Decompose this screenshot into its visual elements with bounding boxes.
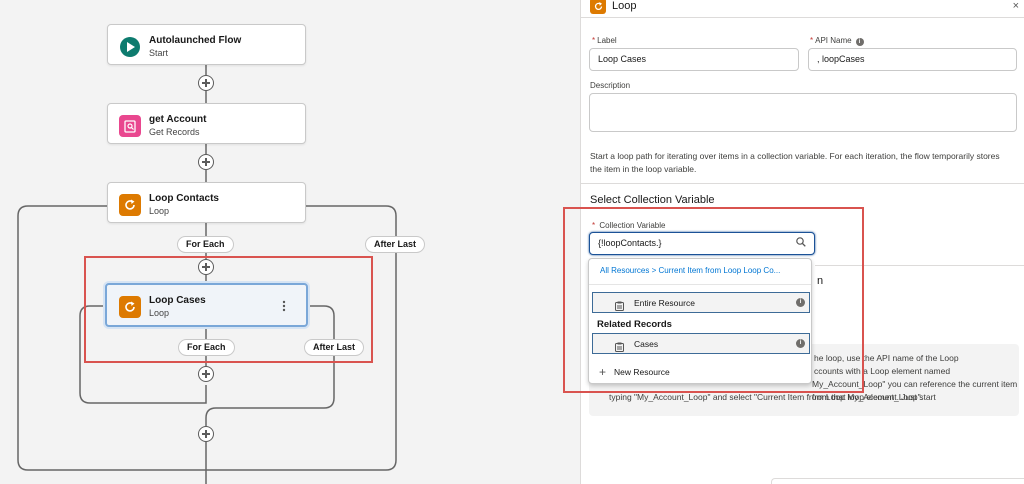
- close-icon[interactable]: ×: [1013, 0, 1019, 12]
- resource-picker-dropdown: All Resources > Current Item from Loop L…: [588, 258, 812, 384]
- new-resource-label: New Resource: [614, 367, 670, 377]
- loop-icon: [119, 194, 141, 216]
- collection-variable-input[interactable]: {!loopContacts.}: [589, 232, 815, 255]
- loop-contacts-node[interactable]: Loop Contacts Loop: [107, 182, 306, 223]
- play-icon: [119, 36, 141, 58]
- loop-icon: [119, 296, 141, 318]
- add-element-button[interactable]: [198, 426, 214, 442]
- info-icon[interactable]: i: [855, 38, 864, 46]
- description-textarea[interactable]: [589, 93, 1017, 132]
- info-text-line: typing "My_Account_Loop" and select "Cur…: [609, 392, 923, 402]
- node-subtitle: Loop: [149, 308, 170, 318]
- option-cases[interactable]: Cases i: [592, 333, 810, 354]
- collection-variable-value: {!loopContacts.}: [598, 238, 662, 248]
- for-each-label: For Each: [178, 339, 235, 356]
- collection-variable-label: * Collection Variable: [592, 221, 666, 230]
- node-subtitle: Loop: [149, 206, 170, 216]
- clipboard-icon: [615, 298, 624, 311]
- divider: [581, 183, 1024, 184]
- for-each-label: For Each: [177, 236, 234, 253]
- add-element-button[interactable]: [198, 259, 214, 275]
- info-text-line: ccounts with a Loop element named: [814, 366, 951, 376]
- hidden-heading-fragment: n: [817, 275, 824, 287]
- label-input[interactable]: Loop Cases: [589, 48, 799, 71]
- add-element-button[interactable]: [198, 75, 214, 91]
- plus-icon: +: [599, 365, 607, 379]
- info-text-line: he loop, use the API name of the Loop: [814, 353, 959, 363]
- node-title: get Account: [149, 114, 207, 125]
- option-entire-resource[interactable]: Entire Resource i: [592, 292, 810, 313]
- info-icon[interactable]: i: [796, 298, 805, 307]
- api-name-input[interactable]: , loopCases: [808, 48, 1017, 71]
- after-last-label: After Last: [304, 339, 365, 356]
- search-icon: [796, 233, 806, 254]
- divider: [815, 265, 1024, 266]
- related-records-heading: Related Records: [597, 319, 672, 330]
- more-actions-icon[interactable]: [282, 299, 286, 317]
- panel-header: Loop ×: [581, 0, 1024, 18]
- new-resource-option[interactable]: + New Resource: [599, 365, 670, 379]
- description-label: Description: [590, 81, 631, 90]
- clipboard-search-icon: [119, 115, 141, 137]
- divider: [589, 284, 811, 285]
- panel-title: Loop: [612, 0, 637, 12]
- option-label: Entire Resource: [634, 297, 695, 308]
- resource-breadcrumb[interactable]: All Resources > Current Item from Loop L…: [600, 266, 805, 275]
- info-icon[interactable]: i: [796, 339, 805, 348]
- loop-cases-node[interactable]: Loop Cases Loop: [105, 283, 308, 327]
- start-node[interactable]: Autolaunched Flow Start: [107, 24, 306, 65]
- label-field-label: * Label: [592, 36, 617, 45]
- loop-intro-text: Start a loop path for iterating over ite…: [590, 151, 1000, 174]
- node-subtitle: Start: [149, 48, 169, 58]
- node-title: Autolaunched Flow: [149, 35, 242, 46]
- loop-icon: [590, 0, 606, 14]
- flow-canvas[interactable]: Autolaunched Flow Start get Account Get …: [0, 0, 580, 484]
- section-title: Select Collection Variable: [590, 194, 715, 206]
- connector-lines: [17, 64, 397, 484]
- node-subtitle: Get Records: [149, 127, 200, 137]
- node-title: Loop Cases: [149, 295, 206, 306]
- api-name-field-label: * API Name i: [810, 36, 864, 46]
- add-element-button[interactable]: [198, 154, 214, 170]
- option-label: Cases: [634, 338, 659, 349]
- clipboard-icon: [615, 339, 624, 352]
- footer-edge: [771, 478, 1024, 484]
- get-records-node[interactable]: get Account Get Records: [107, 103, 306, 144]
- properties-panel: Loop × * Label Loop Cases * API Name i , lo…: [580, 0, 1024, 484]
- after-last-label: After Last: [365, 236, 426, 253]
- add-element-button[interactable]: [198, 366, 214, 382]
- node-title: Loop Contacts: [149, 193, 219, 204]
